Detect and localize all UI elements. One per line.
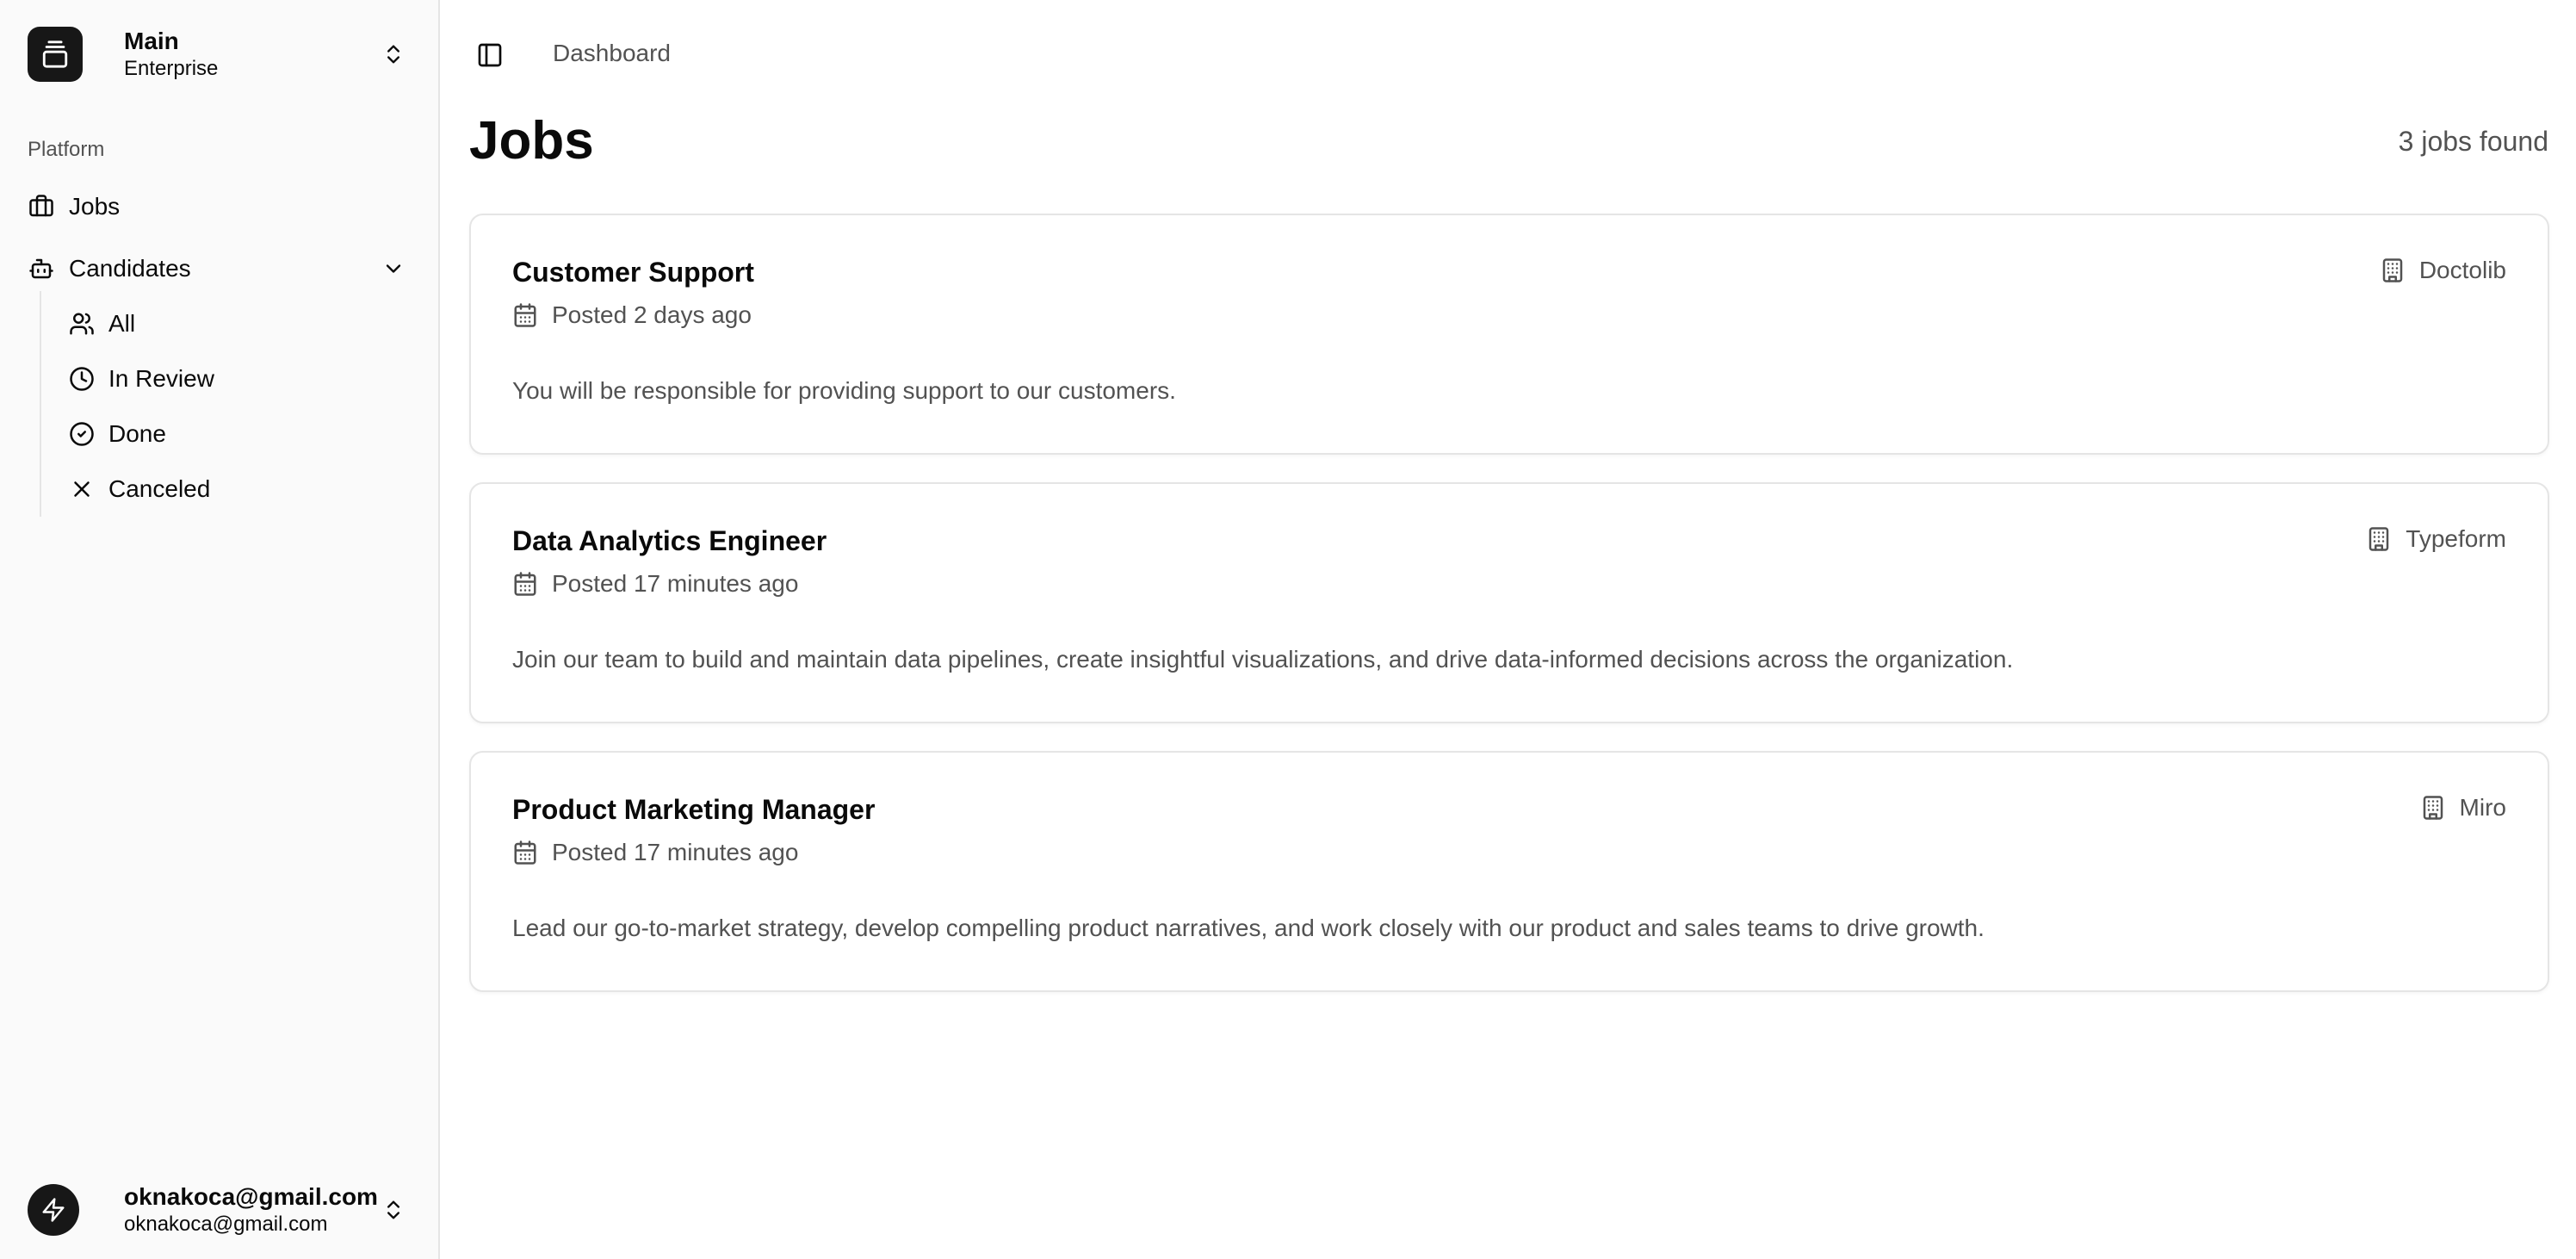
calendar-icon [514,840,536,865]
job-posted: Posted 17 minutes ago [512,570,798,598]
gallery-vertical-end-icon [42,40,68,68]
job-company-name: Typeform [2406,525,2506,552]
job-description: Lead our go-to-market strategy, develop … [512,915,1985,941]
users-icon [70,313,94,335]
sidebar-subitem-label: In Review [108,365,214,392]
sidebar-item-label: Candidates [69,255,191,282]
header-bar: Dashboard [442,0,2576,110]
job-company: Typeform [2366,525,2506,553]
job-posted: Posted 17 minutes ago [512,839,798,866]
job-company: Miro [2420,794,2506,822]
chevrons-up-down-icon [387,1200,399,1219]
team-name: Main [124,28,179,54]
sidebar-subitem-label: All [108,310,136,337]
calendar-icon [514,572,536,596]
page-title: Jobs [469,111,594,171]
building-icon [2369,527,2389,551]
job-card[interactable]: Product Marketing Manager Posted 17 minu… [469,751,2549,992]
job-title: Product Marketing Manager [512,794,876,825]
clock-icon [70,367,94,391]
sidebar-subitem-label: Done [108,420,166,447]
user-switcher[interactable]: oknakoca@gmail.com oknakoca@gmail.com [14,1171,426,1249]
breadcrumb[interactable]: Dashboard [553,40,671,67]
team-plan: Enterprise [124,57,219,80]
avatar [28,1184,79,1236]
job-title: Customer Support [512,257,754,288]
chevron-down-icon [386,264,401,273]
job-posted-text: Posted 17 minutes ago [552,570,799,597]
building-icon [2382,258,2403,282]
team-switcher[interactable]: Main Enterprise [14,12,426,96]
sidebar-item-candidates[interactable]: Candidates [14,241,426,296]
job-title: Data Analytics Engineer [512,525,827,556]
job-card[interactable]: Customer Support Posted 2 days ago Docto… [469,214,2549,455]
job-posted: Posted 2 days ago [512,301,752,329]
sidebar-subitem-label: Canceled [108,475,211,502]
job-posted-text: Posted 2 days ago [552,301,752,328]
panel-left-icon [478,43,502,67]
submenu-line [40,291,41,517]
sidebar-subitem-canceled[interactable]: Canceled [57,463,418,515]
zap-icon [42,1198,65,1222]
job-card[interactable]: Data Analytics Engineer Posted 17 minute… [469,482,2549,723]
job-company-name: Miro [2459,794,2506,821]
sidebar-subitem-all[interactable]: All [57,298,418,350]
sidebar: Main Enterprise Platform Jobs Candidates [0,0,440,1259]
sidebar-subitem-in-review[interactable]: In Review [57,353,418,405]
sidebar-toggle-button[interactable] [468,33,512,78]
job-company: Doctolib [2380,257,2506,284]
job-description: You will be responsible for providing su… [512,377,1176,404]
sidebar-item-jobs[interactable]: Jobs [14,179,426,234]
nav-group-label: Platform [28,138,105,161]
bot-icon [28,255,55,282]
briefcase-icon [28,193,55,220]
sidebar-item-label: Jobs [69,193,121,220]
sidebar-subitem-done[interactable]: Done [57,408,418,460]
job-description: Join our team to build and maintain data… [512,646,2014,673]
job-posted-text: Posted 17 minutes ago [552,839,799,865]
user-email: oknakoca@gmail.com [124,1212,328,1236]
x-icon [74,481,90,497]
job-company-name: Doctolib [2418,257,2506,283]
circle-check-icon [70,422,94,446]
building-icon [2423,796,2443,820]
jobs-count: 3 jobs found [2398,126,2548,157]
team-logo [28,27,83,82]
user-name: oknakoca@gmail.com [124,1183,378,1210]
chevrons-up-down-icon [387,45,399,64]
main-content: Dashboard Jobs 3 jobs found Customer Sup… [442,0,2576,1259]
calendar-icon [514,303,536,327]
